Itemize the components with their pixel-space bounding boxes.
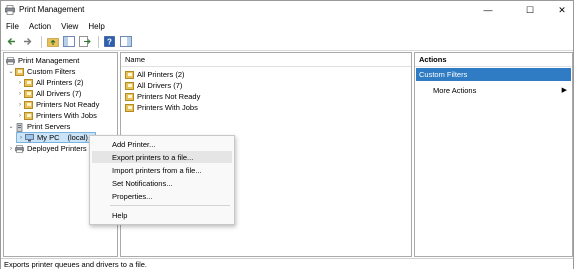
- list-item[interactable]: All Drivers (7): [125, 80, 182, 91]
- tree-label: All Printers (2): [36, 78, 84, 87]
- menu-action[interactable]: Action: [24, 22, 56, 31]
- tree-label: Printers With Jobs: [36, 111, 97, 120]
- deployed-printers-icon: [15, 144, 24, 153]
- tree-item-all-printers[interactable]: › All Printers (2): [16, 77, 84, 88]
- context-item-set-notifications[interactable]: Set Notifications...: [92, 177, 232, 189]
- filter-folder-icon: [125, 103, 134, 112]
- tree-item-print-servers[interactable]: ⌄ Print Servers: [7, 121, 70, 132]
- context-menu: Add Printer... Export printers to a file…: [89, 135, 235, 225]
- tree-item-custom-filters[interactable]: ⌄ Custom Filters: [7, 66, 75, 77]
- list-item[interactable]: Printers Not Ready: [125, 91, 200, 102]
- chevron-right-icon[interactable]: ›: [16, 91, 24, 97]
- toolbar-separator: [98, 35, 99, 48]
- window-title: Print Management: [19, 5, 85, 14]
- forward-arrow-icon[interactable]: [21, 35, 34, 48]
- tree-label: Custom Filters: [27, 67, 76, 76]
- tree-item-print-management[interactable]: Print Management: [6, 55, 79, 66]
- actions-pane: Actions Custom Filters More Actions ▶: [414, 52, 573, 257]
- minimize-button[interactable]: —: [471, 1, 505, 19]
- computer-icon: [25, 133, 34, 142]
- filter-folder-icon: [125, 81, 134, 90]
- tree-label: Print Servers: [27, 122, 71, 131]
- menu-file[interactable]: File: [1, 22, 24, 31]
- menu-help[interactable]: Help: [83, 22, 109, 31]
- tree-label: My PC: [37, 133, 60, 142]
- printer-app-icon: [5, 5, 15, 15]
- chevron-right-icon[interactable]: ›: [7, 146, 15, 152]
- chevron-right-icon[interactable]: ›: [16, 113, 24, 119]
- menu-view[interactable]: View: [56, 22, 83, 31]
- tree-item-printers-with-jobs[interactable]: › Printers With Jobs: [16, 110, 97, 121]
- chevron-right-icon[interactable]: ›: [16, 80, 24, 86]
- export-list-icon[interactable]: [78, 35, 91, 48]
- filter-folder-icon: [24, 111, 33, 120]
- title-bar: Print Management — ☐ ✕: [1, 1, 573, 19]
- tree-label-local: (local): [67, 133, 88, 142]
- back-arrow-icon[interactable]: [5, 35, 18, 48]
- more-actions-label: More Actions: [433, 85, 477, 95]
- tree-item-my-pc[interactable]: › My PC (local): [16, 132, 96, 143]
- status-bar: Exports printer queues and drivers to a …: [1, 258, 573, 269]
- context-menu-separator: [110, 205, 230, 206]
- filter-folder-icon: [125, 70, 134, 79]
- show-action-pane-icon[interactable]: [119, 35, 132, 48]
- chevron-down-icon[interactable]: ⌄: [7, 123, 15, 130]
- toolbar: ?: [1, 33, 573, 51]
- filter-folder-icon: [24, 89, 33, 98]
- tree-item-all-drivers[interactable]: › All Drivers (7): [16, 88, 81, 99]
- server-icon: [15, 122, 24, 132]
- filter-folder-icon: [24, 78, 33, 87]
- chevron-right-icon[interactable]: ›: [16, 102, 24, 108]
- close-button[interactable]: ✕: [545, 1, 574, 19]
- print-management-window: Print Management — ☐ ✕ File Action View …: [0, 0, 574, 269]
- chevron-down-icon[interactable]: ⌄: [7, 68, 15, 75]
- filter-folder-icon: [24, 100, 33, 109]
- actions-header: Actions: [415, 53, 572, 67]
- column-header-name[interactable]: Name: [121, 53, 411, 67]
- maximize-button[interactable]: ☐: [513, 1, 547, 19]
- list-item[interactable]: All Printers (2): [125, 69, 185, 80]
- context-item-properties[interactable]: Properties...: [92, 190, 232, 202]
- tree-label: All Drivers (7): [36, 89, 82, 98]
- context-item-export-printers[interactable]: Export printers to a file...: [92, 151, 232, 163]
- tree-label: Deployed Printers: [27, 144, 87, 153]
- help-icon[interactable]: ?: [103, 35, 116, 48]
- toolbar-separator: [41, 35, 42, 48]
- up-folder-icon[interactable]: [46, 35, 59, 48]
- tree-item-printers-not-ready[interactable]: › Printers Not Ready: [16, 99, 99, 110]
- filter-folder-icon: [125, 92, 134, 101]
- list-item-label: All Drivers (7): [137, 81, 183, 90]
- tree-item-deployed-printers[interactable]: › Deployed Printers: [7, 143, 87, 154]
- context-item-help[interactable]: Help: [92, 209, 232, 221]
- context-item-add-printer[interactable]: Add Printer...: [92, 138, 232, 150]
- tree-label: Print Management: [18, 56, 80, 65]
- svg-text:?: ?: [107, 38, 112, 47]
- print-management-icon: [6, 56, 15, 65]
- show-hide-tree-icon[interactable]: [62, 35, 75, 48]
- folder-icon: [15, 67, 24, 76]
- tree-label: Printers Not Ready: [36, 100, 100, 109]
- list-item-label: All Printers (2): [137, 70, 185, 79]
- list-item-label: Printers Not Ready: [137, 92, 201, 101]
- submenu-arrow-icon: ▶: [561, 87, 567, 94]
- chevron-right-icon[interactable]: ›: [17, 135, 25, 141]
- actions-section-custom-filters[interactable]: Custom Filters: [416, 68, 571, 81]
- list-item[interactable]: Printers With Jobs: [125, 102, 198, 113]
- list-item-label: Printers With Jobs: [137, 103, 198, 112]
- context-item-import-printers[interactable]: Import printers from a file...: [92, 164, 232, 176]
- more-actions-item[interactable]: More Actions ▶: [433, 84, 571, 96]
- menu-bar: File Action View Help: [1, 19, 573, 33]
